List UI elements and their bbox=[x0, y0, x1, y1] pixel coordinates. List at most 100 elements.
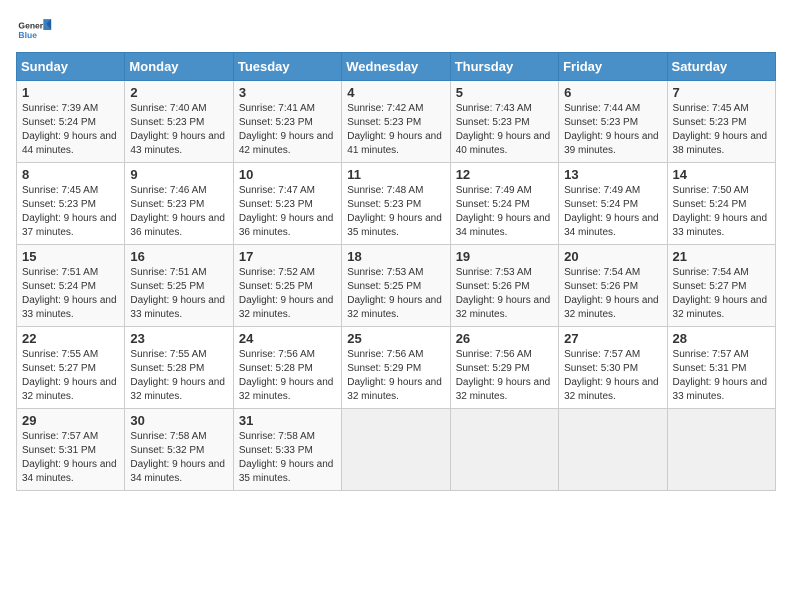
day-detail: Sunrise: 7:51 AMSunset: 5:24 PMDaylight:… bbox=[22, 266, 119, 322]
logo: General Blue bbox=[16, 16, 52, 44]
day-detail: Sunrise: 7:55 AMSunset: 5:28 PMDaylight:… bbox=[130, 348, 227, 404]
week-row-2: 8 Sunrise: 7:45 AMSunset: 5:23 PMDaylight… bbox=[17, 163, 776, 245]
calendar-cell: 15 Sunrise: 7:51 AMSunset: 5:24 PMDayligh… bbox=[17, 245, 125, 327]
day-number: 21 bbox=[673, 249, 770, 264]
calendar-cell: 31 Sunrise: 7:58 AMSunset: 5:33 PMDayligh… bbox=[233, 409, 341, 491]
calendar-cell: 3 Sunrise: 7:41 AMSunset: 5:23 PMDaylight… bbox=[233, 81, 341, 163]
day-detail: Sunrise: 7:54 AMSunset: 5:26 PMDaylight:… bbox=[564, 266, 661, 322]
day-detail: Sunrise: 7:53 AMSunset: 5:25 PMDaylight:… bbox=[347, 266, 444, 322]
day-detail: Sunrise: 7:51 AMSunset: 5:25 PMDaylight:… bbox=[130, 266, 227, 322]
calendar-cell: 22Sunrise: 7:55 AMSunset: 5:27 PMDayligh… bbox=[17, 327, 125, 409]
day-number: 10 bbox=[239, 167, 336, 182]
calendar-cell: 30Sunrise: 7:58 AMSunset: 5:32 PMDayligh… bbox=[125, 409, 233, 491]
column-header-saturday: Saturday bbox=[667, 53, 775, 81]
day-detail: Sunrise: 7:43 AMSunset: 5:23 PMDaylight:… bbox=[456, 102, 553, 158]
logo-icon: General Blue bbox=[16, 16, 52, 44]
day-number: 28 bbox=[673, 331, 770, 346]
day-number: 18 bbox=[347, 249, 444, 264]
calendar-table: SundayMondayTuesdayWednesdayThursdayFrid… bbox=[16, 52, 776, 491]
calendar-cell: 7 Sunrise: 7:45 AMSunset: 5:23 PMDaylight… bbox=[667, 81, 775, 163]
column-header-thursday: Thursday bbox=[450, 53, 558, 81]
column-header-sunday: Sunday bbox=[17, 53, 125, 81]
calendar-cell: 1 Sunrise: 7:39 AMSunset: 5:24 PMDaylight… bbox=[17, 81, 125, 163]
day-detail: Sunrise: 7:39 AMSunset: 5:24 PMDaylight:… bbox=[22, 102, 119, 158]
day-detail: Sunrise: 7:52 AMSunset: 5:25 PMDaylight:… bbox=[239, 266, 336, 322]
calendar-cell: 9 Sunrise: 7:46 AMSunset: 5:23 PMDaylight… bbox=[125, 163, 233, 245]
header: General Blue bbox=[16, 16, 776, 44]
calendar-cell: 10 Sunrise: 7:47 AMSunset: 5:23 PMDayligh… bbox=[233, 163, 341, 245]
day-detail: Sunrise: 7:41 AMSunset: 5:23 PMDaylight:… bbox=[239, 102, 336, 158]
week-row-4: 22Sunrise: 7:55 AMSunset: 5:27 PMDayligh… bbox=[17, 327, 776, 409]
day-number: 11 bbox=[347, 167, 444, 182]
day-number: 4 bbox=[347, 85, 444, 100]
calendar-cell: 12 Sunrise: 7:49 AMSunset: 5:24 PMDayligh… bbox=[450, 163, 558, 245]
day-detail: Sunrise: 7:46 AMSunset: 5:23 PMDaylight:… bbox=[130, 184, 227, 240]
calendar-cell: 4 Sunrise: 7:42 AMSunset: 5:23 PMDaylight… bbox=[342, 81, 450, 163]
day-number: 8 bbox=[22, 167, 119, 182]
column-header-friday: Friday bbox=[559, 53, 667, 81]
day-number: 30 bbox=[130, 413, 227, 428]
calendar-cell bbox=[450, 409, 558, 491]
day-number: 24 bbox=[239, 331, 336, 346]
day-detail: Sunrise: 7:57 AMSunset: 5:30 PMDaylight:… bbox=[564, 348, 661, 404]
day-number: 17 bbox=[239, 249, 336, 264]
day-detail: Sunrise: 7:56 AMSunset: 5:29 PMDaylight:… bbox=[456, 348, 553, 404]
day-number: 3 bbox=[239, 85, 336, 100]
day-detail: Sunrise: 7:49 AMSunset: 5:24 PMDaylight:… bbox=[456, 184, 553, 240]
column-header-tuesday: Tuesday bbox=[233, 53, 341, 81]
day-detail: Sunrise: 7:54 AMSunset: 5:27 PMDaylight:… bbox=[673, 266, 770, 322]
calendar-cell: 24 Sunrise: 7:56 AMSunset: 5:28 PMDayligh… bbox=[233, 327, 341, 409]
day-detail: Sunrise: 7:56 AMSunset: 5:29 PMDaylight:… bbox=[347, 348, 444, 404]
day-detail: Sunrise: 7:50 AMSunset: 5:24 PMDaylight:… bbox=[673, 184, 770, 240]
day-number: 12 bbox=[456, 167, 553, 182]
calendar-cell: 23 Sunrise: 7:55 AMSunset: 5:28 PMDayligh… bbox=[125, 327, 233, 409]
calendar-cell: 2 Sunrise: 7:40 AMSunset: 5:23 PMDaylight… bbox=[125, 81, 233, 163]
day-number: 9 bbox=[130, 167, 227, 182]
day-detail: Sunrise: 7:45 AMSunset: 5:23 PMDaylight:… bbox=[22, 184, 119, 240]
day-number: 2 bbox=[130, 85, 227, 100]
day-detail: Sunrise: 7:47 AMSunset: 5:23 PMDaylight:… bbox=[239, 184, 336, 240]
day-number: 20 bbox=[564, 249, 661, 264]
calendar-cell: 14 Sunrise: 7:50 AMSunset: 5:24 PMDayligh… bbox=[667, 163, 775, 245]
day-detail: Sunrise: 7:55 AMSunset: 5:27 PMDaylight:… bbox=[22, 348, 119, 404]
day-detail: Sunrise: 7:45 AMSunset: 5:23 PMDaylight:… bbox=[673, 102, 770, 158]
calendar-cell: 13Sunrise: 7:49 AMSunset: 5:24 PMDayligh… bbox=[559, 163, 667, 245]
day-detail: Sunrise: 7:57 AMSunset: 5:31 PMDaylight:… bbox=[673, 348, 770, 404]
day-number: 19 bbox=[456, 249, 553, 264]
svg-text:Blue: Blue bbox=[18, 30, 37, 40]
day-number: 14 bbox=[673, 167, 770, 182]
day-number: 7 bbox=[673, 85, 770, 100]
calendar-cell: 8 Sunrise: 7:45 AMSunset: 5:23 PMDaylight… bbox=[17, 163, 125, 245]
day-number: 25 bbox=[347, 331, 444, 346]
calendar-cell bbox=[342, 409, 450, 491]
calendar-cell: 5 Sunrise: 7:43 AMSunset: 5:23 PMDaylight… bbox=[450, 81, 558, 163]
calendar-cell: 16 Sunrise: 7:51 AMSunset: 5:25 PMDayligh… bbox=[125, 245, 233, 327]
day-number: 31 bbox=[239, 413, 336, 428]
day-number: 6 bbox=[564, 85, 661, 100]
day-detail: Sunrise: 7:58 AMSunset: 5:33 PMDaylight:… bbox=[239, 430, 336, 486]
day-detail: Sunrise: 7:44 AMSunset: 5:23 PMDaylight:… bbox=[564, 102, 661, 158]
day-detail: Sunrise: 7:48 AMSunset: 5:23 PMDaylight:… bbox=[347, 184, 444, 240]
day-number: 23 bbox=[130, 331, 227, 346]
calendar-cell: 19Sunrise: 7:53 AMSunset: 5:26 PMDayligh… bbox=[450, 245, 558, 327]
day-number: 16 bbox=[130, 249, 227, 264]
day-number: 15 bbox=[22, 249, 119, 264]
calendar-cell bbox=[559, 409, 667, 491]
week-row-5: 29Sunrise: 7:57 AMSunset: 5:31 PMDayligh… bbox=[17, 409, 776, 491]
calendar-cell: 25 Sunrise: 7:56 AMSunset: 5:29 PMDayligh… bbox=[342, 327, 450, 409]
day-number: 5 bbox=[456, 85, 553, 100]
day-detail: Sunrise: 7:40 AMSunset: 5:23 PMDaylight:… bbox=[130, 102, 227, 158]
week-row-3: 15 Sunrise: 7:51 AMSunset: 5:24 PMDayligh… bbox=[17, 245, 776, 327]
day-detail: Sunrise: 7:42 AMSunset: 5:23 PMDaylight:… bbox=[347, 102, 444, 158]
day-detail: Sunrise: 7:56 AMSunset: 5:28 PMDaylight:… bbox=[239, 348, 336, 404]
day-number: 27 bbox=[564, 331, 661, 346]
calendar-cell: 17 Sunrise: 7:52 AMSunset: 5:25 PMDayligh… bbox=[233, 245, 341, 327]
calendar-cell: 28 Sunrise: 7:57 AMSunset: 5:31 PMDayligh… bbox=[667, 327, 775, 409]
calendar-cell: 11 Sunrise: 7:48 AMSunset: 5:23 PMDayligh… bbox=[342, 163, 450, 245]
calendar-cell: 26Sunrise: 7:56 AMSunset: 5:29 PMDayligh… bbox=[450, 327, 558, 409]
day-number: 1 bbox=[22, 85, 119, 100]
calendar-cell: 18 Sunrise: 7:53 AMSunset: 5:25 PMDayligh… bbox=[342, 245, 450, 327]
day-detail: Sunrise: 7:57 AMSunset: 5:31 PMDaylight:… bbox=[22, 430, 119, 486]
header-row: SundayMondayTuesdayWednesdayThursdayFrid… bbox=[17, 53, 776, 81]
calendar-cell: 20 Sunrise: 7:54 AMSunset: 5:26 PMDayligh… bbox=[559, 245, 667, 327]
